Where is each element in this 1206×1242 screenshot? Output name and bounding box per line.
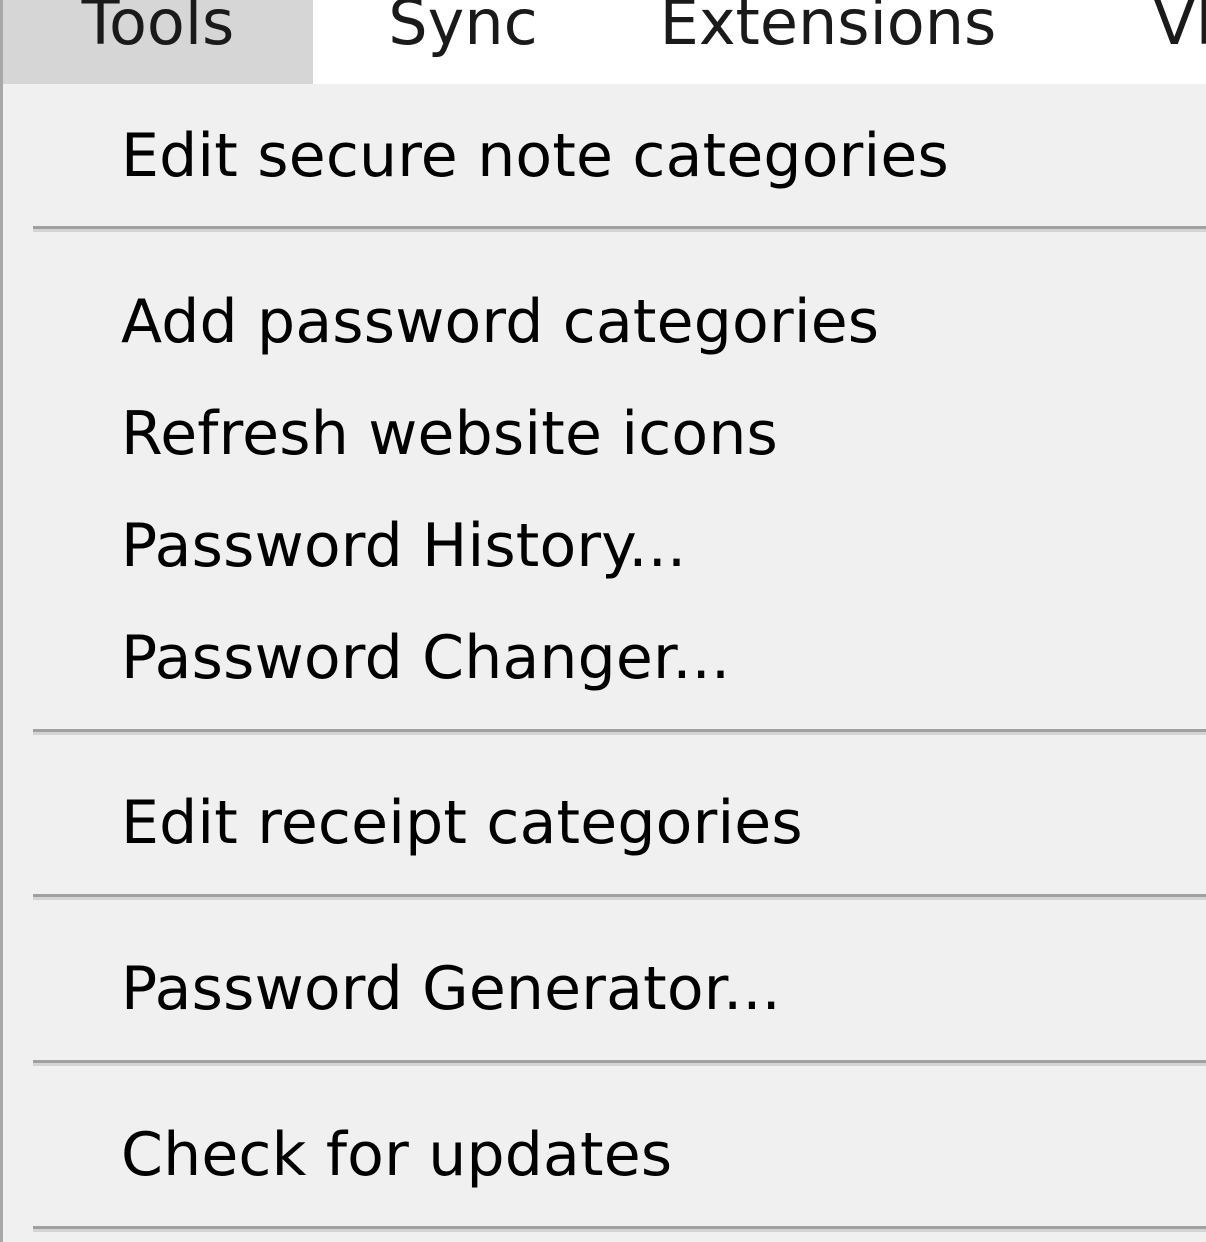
menu-item-password-generator[interactable]: Password Generator... <box>3 935 1206 1043</box>
menu-bar: Tools Sync Extensions VP <box>3 0 1206 84</box>
menu-separator <box>33 1060 1206 1066</box>
menu-item-add-password-categories[interactable]: Add password categories <box>3 268 1206 376</box>
menu-sync[interactable]: Sync <box>363 0 563 84</box>
menu-extensions[interactable]: Extensions <box>643 0 1013 84</box>
menu-item-password-history[interactable]: Password History... <box>3 492 1206 600</box>
menu-tools[interactable]: Tools <box>3 0 313 84</box>
menu-separator <box>33 729 1206 735</box>
menu-item-check-for-updates[interactable]: Check for updates <box>3 1101 1206 1209</box>
app-window: Tools Sync Extensions VP Edit secure not… <box>0 0 1206 1242</box>
menu-item-refresh-website-icons[interactable]: Refresh website icons <box>3 380 1206 488</box>
tools-dropdown-menu: Edit secure note categories Add password… <box>3 88 1206 1242</box>
menu-separator <box>33 226 1206 232</box>
menu-item-edit-secure-note-categories[interactable]: Edit secure note categories <box>3 102 1206 210</box>
menu-separator <box>33 1226 1206 1232</box>
menu-item-password-changer[interactable]: Password Changer... <box>3 604 1206 712</box>
menu-vpn[interactable]: VP <box>1133 0 1206 84</box>
menu-separator <box>33 894 1206 900</box>
menu-item-edit-receipt-categories[interactable]: Edit receipt categories <box>3 769 1206 877</box>
